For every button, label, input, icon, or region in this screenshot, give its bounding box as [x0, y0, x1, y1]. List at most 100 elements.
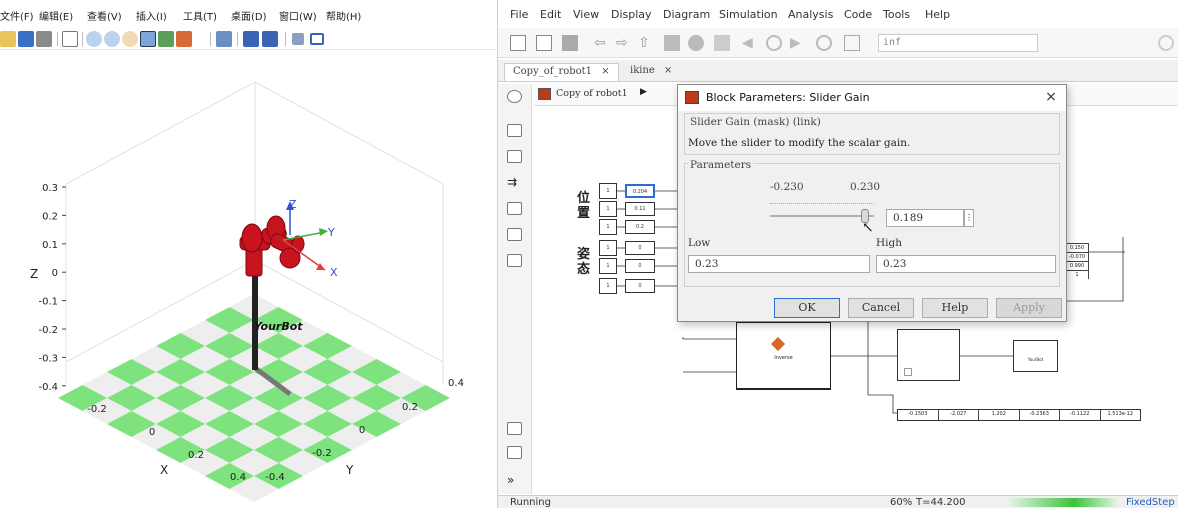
slider-gain-block[interactable]: 0.204 — [625, 184, 655, 198]
high-input[interactable]: 0.23 — [876, 255, 1056, 273]
breadcrumb[interactable]: Copy of robot1 — [556, 88, 628, 99]
save-icon[interactable] — [562, 35, 578, 51]
cancel-button[interactable]: Cancel — [848, 298, 914, 318]
model-explorer-icon[interactable] — [714, 35, 730, 51]
menu-file[interactable]: File — [510, 8, 528, 21]
apply-button[interactable]: Apply — [996, 298, 1062, 318]
help-button[interactable]: Help — [922, 298, 988, 318]
menu-insert[interactable]: 插入(I) — [136, 8, 167, 23]
x-tick-label: 0.2 — [188, 450, 204, 461]
up-icon[interactable]: ⇧ — [638, 35, 654, 51]
tab-ikine[interactable]: ikine × — [622, 63, 680, 81]
dialog-titlebar[interactable]: Block Parameters: Slider Gain × — [678, 85, 1066, 111]
constant-block[interactable]: 1 — [599, 183, 617, 199]
annotation-icon[interactable] — [507, 202, 522, 215]
constant-block[interactable]: 1 — [599, 201, 617, 217]
ok-button[interactable]: OK — [774, 298, 840, 318]
link-plot-icon[interactable] — [216, 31, 232, 47]
zoom-in-icon[interactable] — [86, 31, 102, 47]
pause-icon[interactable] — [766, 35, 782, 51]
display-block[interactable]: 0.150 -0.070 0.990 1 — [1065, 243, 1089, 279]
robot-block[interactable]: YourBot — [1013, 340, 1058, 372]
close-icon[interactable]: × — [664, 65, 672, 76]
menu-diagram[interactable]: Diagram — [663, 8, 710, 21]
menu-tools[interactable]: 工具(T) — [183, 8, 217, 23]
high-label: High — [876, 237, 902, 249]
menu-window[interactable]: 窗口(W) — [279, 8, 317, 23]
menu-desktop[interactable]: 桌面(D) — [231, 8, 267, 23]
menu-edit[interactable]: 编辑(E) — [39, 8, 73, 23]
menu-view[interactable]: View — [573, 8, 599, 21]
joint-angle-display[interactable]: -0.1503 -2.027 1.202 -0.2363 -0.1122 1.5… — [897, 409, 1141, 421]
data-cursor-icon[interactable] — [158, 31, 174, 47]
print-icon[interactable] — [36, 31, 52, 47]
save-icon[interactable] — [18, 31, 34, 47]
y-tick-label: -0.4 — [265, 472, 285, 483]
open-icon[interactable] — [536, 35, 552, 51]
robot-arm — [239, 215, 305, 277]
explorer-bar-icon[interactable] — [507, 446, 522, 459]
constant-block[interactable]: 1 — [599, 219, 617, 235]
robot-3d-axes[interactable]: X Y Z YourBot 0.3 0.2 0.1 0 -0.1 -0.2 -0.3 -0.4… — [0, 52, 496, 508]
menu-tools[interactable]: Tools — [883, 8, 910, 21]
legend-icon[interactable] — [262, 31, 278, 47]
zoom-out-icon[interactable] — [104, 31, 120, 47]
stop-icon[interactable] — [816, 35, 832, 51]
step-forward-icon[interactable]: ▶ — [790, 35, 806, 51]
pointer-icon[interactable] — [62, 31, 78, 47]
fit-to-view-icon[interactable] — [507, 150, 522, 163]
solver-link[interactable]: FixedStep — [1126, 497, 1175, 508]
menu-edit[interactable]: Edit — [540, 8, 561, 21]
low-input[interactable]: 0.23 — [688, 255, 870, 273]
step-back-icon[interactable]: ◀ — [742, 35, 758, 51]
close-icon[interactable]: × — [601, 66, 609, 77]
menu-help[interactable]: 帮助(H) — [326, 8, 361, 23]
arrow-icon[interactable]: ⇉ — [507, 176, 522, 189]
menu-simulation[interactable]: Simulation — [719, 8, 778, 21]
zoom-icon[interactable] — [507, 124, 522, 137]
inverse-kinematics-block[interactable]: Inverse — [736, 322, 831, 390]
colorbar-icon[interactable] — [243, 31, 259, 47]
tab-copy-of-robot1[interactable]: Copy_of_robot1 × — [504, 63, 619, 81]
show-tools-icon[interactable] — [310, 33, 324, 45]
close-icon[interactable]: × — [1042, 88, 1060, 106]
settings-icon[interactable] — [688, 35, 704, 51]
menu-analysis[interactable]: Analysis — [788, 8, 833, 21]
open-icon[interactable] — [0, 31, 16, 47]
check-icon[interactable] — [1158, 35, 1174, 51]
hide-tools-icon[interactable] — [292, 33, 304, 45]
subsystem-block[interactable] — [897, 329, 960, 381]
slider-gain-block[interactable]: 0 — [625, 259, 655, 273]
value-spinner-icon[interactable]: ⋮ — [964, 209, 974, 227]
forward-icon[interactable]: ⇨ — [616, 35, 632, 51]
model-browser-icon[interactable] — [507, 422, 522, 435]
menu-file[interactable]: 文件(F) — [0, 8, 34, 23]
slider-value-input[interactable]: 0.189 — [886, 209, 964, 227]
brush-icon[interactable] — [176, 31, 192, 47]
stop-time-input[interactable]: inf — [878, 34, 1038, 52]
slider-track[interactable] — [770, 215, 874, 217]
breadcrumb-arrow-icon[interactable]: ▶ — [640, 87, 647, 97]
constant-block[interactable]: 1 — [599, 258, 617, 274]
block-icon — [904, 368, 912, 376]
menu-help[interactable]: Help — [925, 8, 950, 21]
scope-icon[interactable] — [844, 35, 860, 51]
library-browser-icon[interactable] — [664, 35, 680, 51]
slider-gain-block[interactable]: 0.11 — [625, 202, 655, 216]
menu-display[interactable]: Display — [611, 8, 652, 21]
image-icon[interactable] — [507, 228, 522, 241]
slider-gain-block[interactable]: 0.2 — [625, 220, 655, 234]
hide-explorer-icon[interactable] — [507, 90, 522, 103]
constant-block[interactable]: 1 — [599, 240, 617, 256]
area-icon[interactable] — [507, 254, 522, 267]
pan-icon[interactable] — [122, 31, 138, 47]
back-icon[interactable]: ⇦ — [594, 35, 610, 51]
constant-block[interactable]: 1 — [599, 278, 617, 294]
menu-code[interactable]: Code — [844, 8, 872, 21]
slider-gain-block[interactable]: 0 — [625, 241, 655, 255]
rotate-3d-icon[interactable] — [140, 31, 156, 47]
expand-icon[interactable]: » — [507, 474, 522, 487]
new-model-icon[interactable] — [510, 35, 526, 51]
menu-view[interactable]: 查看(V) — [87, 8, 122, 23]
slider-gain-block[interactable]: 0 — [625, 279, 655, 293]
